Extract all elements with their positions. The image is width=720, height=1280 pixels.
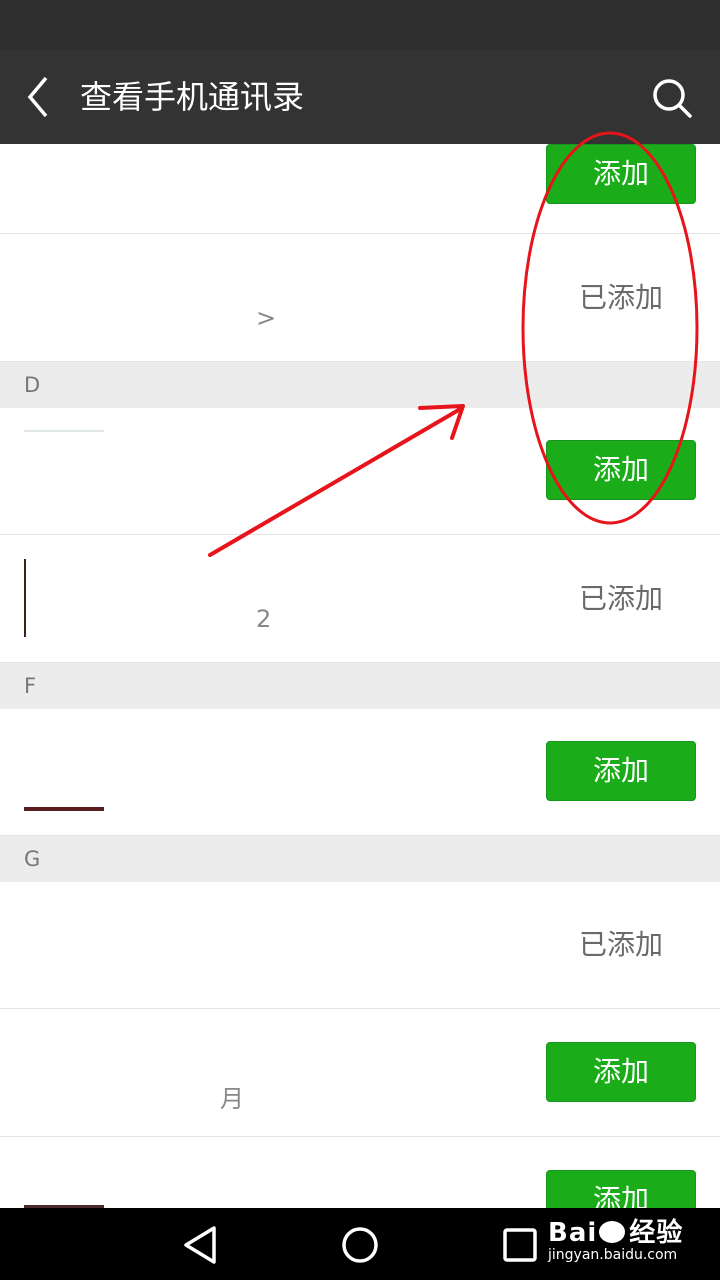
- triangle-back-icon[interactable]: [176, 1220, 226, 1270]
- contact-name: 月: [220, 1085, 244, 1113]
- circle-home-icon[interactable]: [335, 1220, 385, 1270]
- status-bar: [0, 0, 720, 50]
- add-button[interactable]: 添加: [546, 741, 696, 801]
- square-recents-icon[interactable]: [495, 1220, 545, 1270]
- list-item: 添加: [0, 1137, 720, 1208]
- page-title: 查看手机通讯录: [80, 78, 305, 116]
- added-label: 已添加: [578, 928, 663, 961]
- add-button[interactable]: 添加: [546, 1042, 696, 1102]
- watermark-brand-cn: 经验: [629, 1218, 684, 1248]
- section-letter: G: [24, 847, 41, 871]
- paw-icon: [599, 1221, 626, 1243]
- watermark-url: jingyan.baidu.com: [548, 1247, 678, 1263]
- added-label: 已添加: [578, 281, 663, 314]
- section-letter: F: [24, 674, 37, 698]
- list-item: 添加: [0, 408, 720, 535]
- top-bar: 查看手机通讯录: [0, 50, 720, 144]
- section-header: G: [0, 836, 720, 882]
- section-letter: D: [24, 373, 41, 397]
- contact-name: 2: [256, 605, 272, 633]
- avatar: [24, 807, 104, 811]
- list-item: 已添加: [0, 882, 720, 1009]
- list-item: 2 已添加: [0, 535, 720, 663]
- search-icon[interactable]: [648, 74, 696, 122]
- add-button[interactable]: 添加: [546, 144, 696, 204]
- navigation-bar: Bai 经验 jingyan.baidu.com: [0, 1208, 720, 1280]
- avatar: [24, 430, 104, 432]
- watermark: Bai 经验 jingyan.baidu.com: [548, 1212, 683, 1263]
- contact-list[interactable]: 添加 > 已添加 D 添加 2 已添加 F 添加 G 已添加 月 添加 添加: [0, 144, 720, 1208]
- watermark-brand: Bai: [548, 1218, 598, 1248]
- added-label: 已添加: [578, 582, 663, 615]
- list-item: 月 添加: [0, 1009, 720, 1137]
- list-item: 添加: [0, 144, 720, 234]
- add-button[interactable]: 添加: [546, 1170, 696, 1208]
- section-header: D: [0, 362, 720, 408]
- section-header: F: [0, 663, 720, 709]
- add-button[interactable]: 添加: [546, 440, 696, 500]
- back-arrow-icon[interactable]: [18, 72, 62, 122]
- avatar: [24, 559, 26, 637]
- list-item: 添加: [0, 709, 720, 836]
- contact-name: >: [256, 304, 277, 332]
- list-item: > 已添加: [0, 234, 720, 362]
